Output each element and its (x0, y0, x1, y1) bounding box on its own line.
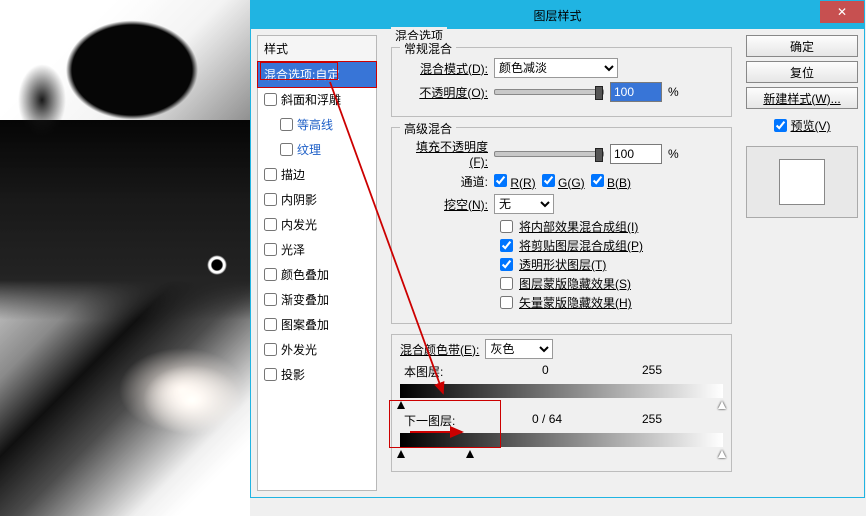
style-check[interactable] (264, 343, 277, 356)
dialog-content: 样式 混合选项:自定 斜面和浮雕 等高线 纹理 描边 内阴影 内发光 光泽 颜色… (251, 29, 864, 497)
background-photo (0, 0, 250, 516)
advanced-blend-group: 高级混合 填充不透明度(F): % 通道: R(R) G(G) B(B) (391, 127, 732, 324)
style-contour[interactable]: 等高线 (258, 112, 376, 137)
style-drop-shadow[interactable]: 投影 (258, 362, 376, 387)
fill-opacity-input[interactable] (610, 144, 662, 164)
ok-button[interactable]: 确定 (746, 35, 858, 57)
preview-check[interactable]: 预览(V) (746, 117, 858, 134)
slider-handle-black[interactable] (397, 401, 405, 409)
style-outer-glow[interactable]: 外发光 (258, 337, 376, 362)
preview-swatch (779, 159, 825, 205)
preview-swatch-box (746, 146, 858, 218)
under-layer-label: 下一图层: (404, 412, 455, 429)
cancel-button[interactable]: 复位 (746, 61, 858, 83)
style-pattern-overlay[interactable]: 图案叠加 (258, 312, 376, 337)
channels-label: 通道: (400, 173, 488, 190)
slider-handle-black-l[interactable] (397, 450, 405, 458)
this-layer-gradient[interactable] (400, 384, 723, 398)
slider-handle-black-r[interactable] (466, 450, 474, 458)
blendif-group: 混合颜色带(E): 灰色 本图层: 0 255 下一图层: 0 / 64 (391, 334, 732, 472)
knockout-label: 挖空(N): (400, 196, 488, 213)
style-label: 描边 (281, 166, 305, 183)
style-check[interactable] (264, 168, 277, 181)
slider-handle-white[interactable] (718, 450, 726, 458)
under-layer-gradient[interactable] (400, 433, 723, 447)
close-icon: ✕ (837, 5, 847, 19)
opacity-slider[interactable] (494, 89, 604, 95)
this-low: 0 (542, 363, 549, 377)
this-high: 255 (642, 363, 662, 377)
button-column: 确定 复位 新建样式(W)... 预览(V) (746, 35, 858, 491)
style-label: 投影 (281, 366, 305, 383)
styles-panel: 样式 混合选项:自定 斜面和浮雕 等高线 纹理 描边 内阴影 内发光 光泽 颜色… (257, 35, 377, 491)
titlebar[interactable]: 图层样式 ✕ (251, 1, 864, 29)
channel-g[interactable]: G(G) (542, 174, 585, 190)
style-check[interactable] (280, 143, 293, 156)
this-layer-label: 本图层: (404, 363, 443, 380)
options-area: 混合选项 常规混合 混合模式(D): 颜色减淡 不透明度(O): % (383, 35, 740, 491)
style-check[interactable] (264, 218, 277, 231)
style-label: 内阴影 (281, 191, 317, 208)
style-color-overlay[interactable]: 颜色叠加 (258, 262, 376, 287)
style-satin[interactable]: 光泽 (258, 237, 376, 262)
style-label: 图案叠加 (281, 316, 329, 333)
pct-label: % (668, 85, 679, 99)
opt-layermask[interactable]: 图层蒙版隐藏效果(S) (500, 275, 723, 292)
under-high: 255 (642, 412, 662, 426)
style-label: 纹理 (297, 141, 321, 158)
style-label: 渐变叠加 (281, 291, 329, 308)
channel-b[interactable]: B(B) (591, 174, 631, 190)
style-stroke[interactable]: 描边 (258, 162, 376, 187)
style-label: 等高线 (297, 116, 333, 133)
layer-style-dialog: 图层样式 ✕ 样式 混合选项:自定 斜面和浮雕 等高线 纹理 描边 内阴影 内发… (250, 0, 865, 498)
style-blending-options[interactable]: 混合选项:自定 (258, 62, 376, 87)
fill-opacity-label: 填充不透明度(F): (400, 138, 488, 169)
style-check[interactable] (264, 368, 277, 381)
new-style-button[interactable]: 新建样式(W)... (746, 87, 858, 109)
dialog-title: 图层样式 (533, 7, 581, 24)
style-check[interactable] (264, 318, 277, 331)
group-title: 高级混合 (400, 120, 456, 137)
style-check[interactable] (264, 193, 277, 206)
style-label: 外发光 (281, 341, 317, 358)
style-inner-shadow[interactable]: 内阴影 (258, 187, 376, 212)
style-label: 内发光 (281, 216, 317, 233)
general-blend-group: 常规混合 混合模式(D): 颜色减淡 不透明度(O): % (391, 47, 732, 117)
blend-mode-label: 混合模式(D): (400, 60, 488, 77)
channel-r[interactable]: R(R) (494, 174, 536, 190)
blend-mode-select[interactable]: 颜色减淡 (494, 58, 618, 78)
blendif-label: 混合颜色带(E): (400, 341, 479, 358)
style-inner-glow[interactable]: 内发光 (258, 212, 376, 237)
style-check[interactable] (264, 93, 277, 106)
styles-header: 样式 (258, 36, 376, 62)
opacity-label: 不透明度(O): (400, 84, 488, 101)
style-gradient-overlay[interactable]: 渐变叠加 (258, 287, 376, 312)
blendif-select[interactable]: 灰色 (485, 339, 553, 359)
style-check[interactable] (264, 268, 277, 281)
style-bevel[interactable]: 斜面和浮雕 (258, 87, 376, 112)
under-vals: 0 / 64 (532, 412, 562, 426)
opt-transparency[interactable]: 透明形状图层(T) (500, 256, 723, 273)
group-title: 常规混合 (400, 40, 456, 57)
opacity-input[interactable] (610, 82, 662, 102)
close-button[interactable]: ✕ (820, 1, 864, 23)
fill-opacity-slider[interactable] (494, 151, 604, 157)
style-check[interactable] (280, 118, 293, 131)
slider-handle-white[interactable] (718, 401, 726, 409)
pct-label: % (668, 147, 679, 161)
opt-vectormask[interactable]: 矢量蒙版隐藏效果(H) (500, 294, 723, 311)
style-label: 混合选项:自定 (264, 66, 339, 83)
style-check[interactable] (264, 293, 277, 306)
style-check[interactable] (264, 243, 277, 256)
knockout-select[interactable]: 无 (494, 194, 554, 214)
style-texture[interactable]: 纹理 (258, 137, 376, 162)
style-label: 斜面和浮雕 (281, 91, 341, 108)
opt-clipped[interactable]: 将剪贴图层混合成组(P) (500, 237, 723, 254)
opt-interior[interactable]: 将内部效果混合成组(I) (500, 218, 723, 235)
style-label: 颜色叠加 (281, 266, 329, 283)
style-label: 光泽 (281, 241, 305, 258)
